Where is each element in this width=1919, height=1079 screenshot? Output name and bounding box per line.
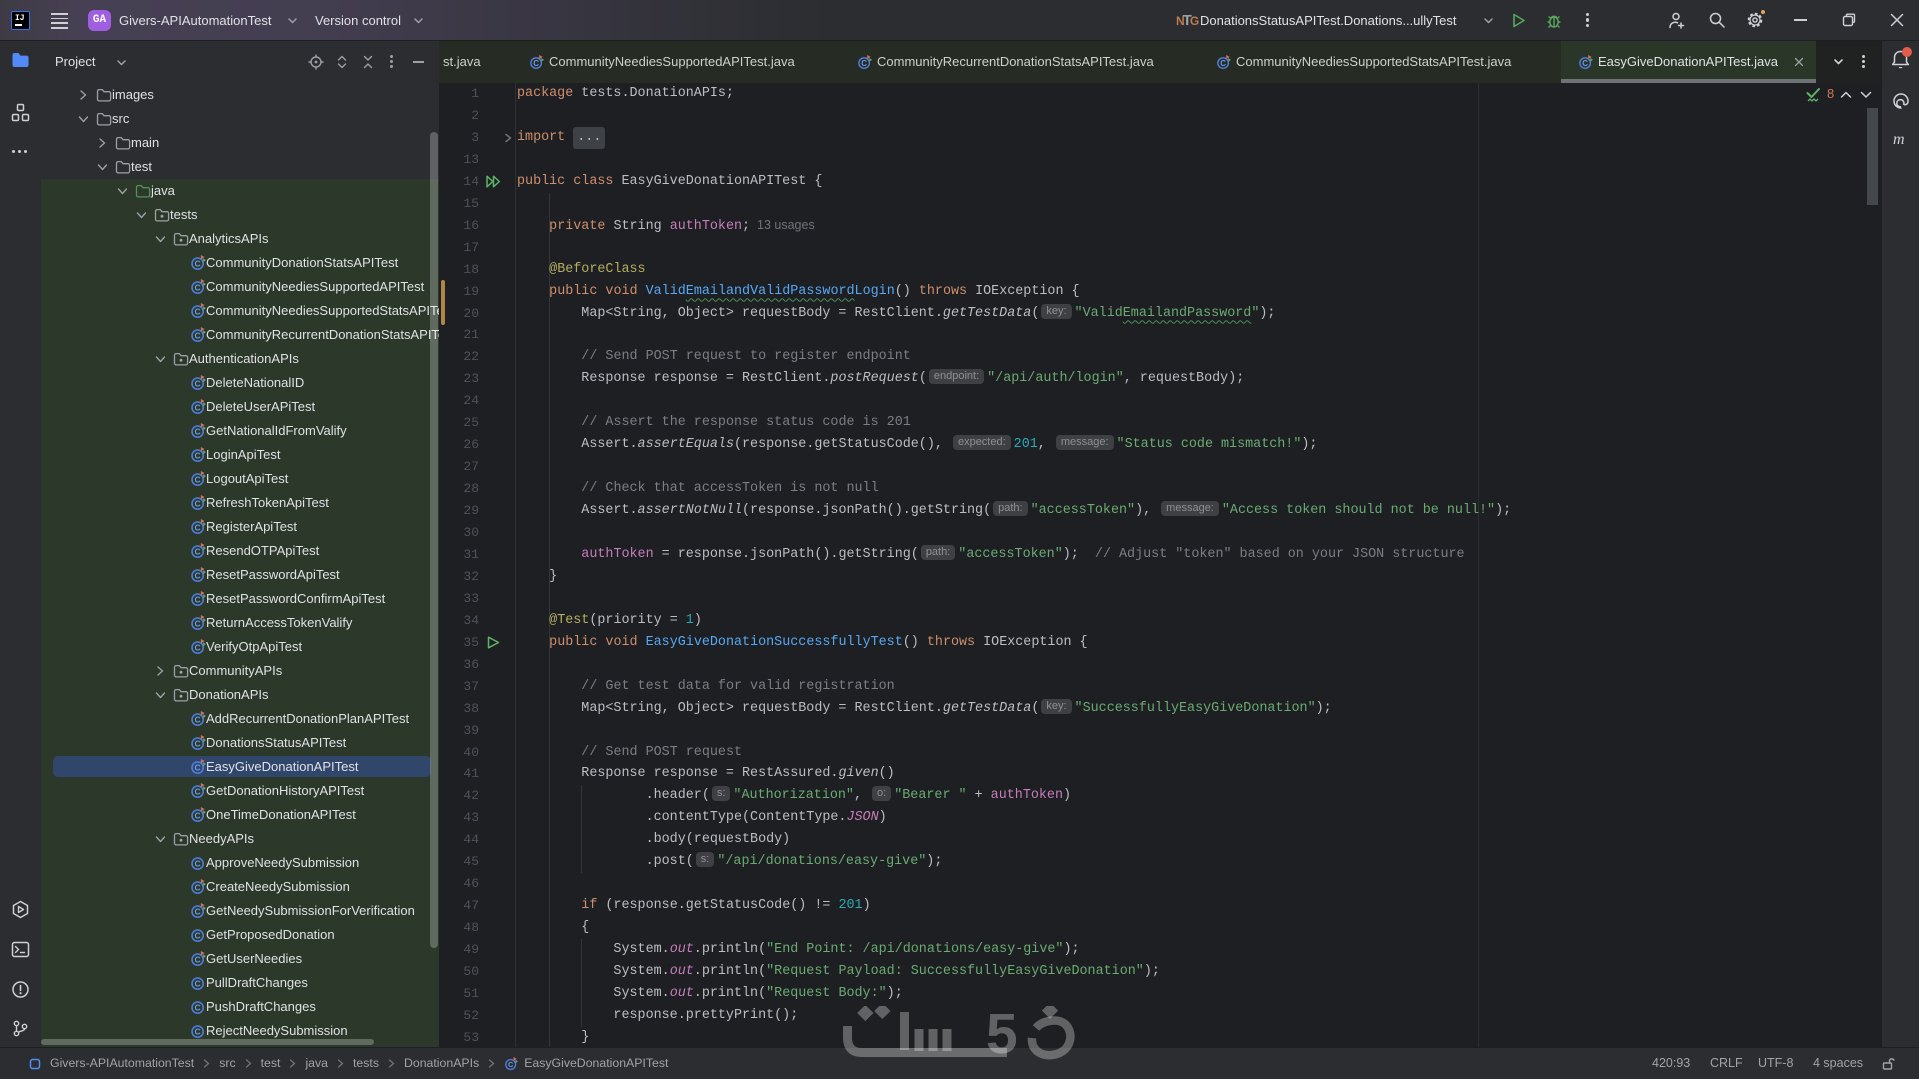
svg-text:C: C bbox=[195, 547, 201, 557]
svg-text:C: C bbox=[1582, 59, 1588, 68]
svg-text:C: C bbox=[195, 451, 201, 461]
svg-text:C: C bbox=[195, 931, 201, 941]
svg-text:C: C bbox=[195, 595, 201, 605]
svg-text:C: C bbox=[195, 811, 201, 821]
svg-text:C: C bbox=[195, 307, 201, 317]
svg-text:5: 5 bbox=[986, 1006, 1018, 1066]
svg-text:C: C bbox=[195, 403, 201, 413]
svg-text:C: C bbox=[195, 427, 201, 437]
svg-text:C: C bbox=[195, 883, 201, 893]
svg-text:C: C bbox=[195, 955, 201, 965]
svg-text:C: C bbox=[195, 907, 201, 917]
svg-text:C: C bbox=[861, 59, 867, 68]
svg-text:C: C bbox=[195, 859, 201, 869]
svg-text:C: C bbox=[195, 1003, 201, 1013]
svg-text:C: C bbox=[195, 787, 201, 797]
svg-text:C: C bbox=[1220, 59, 1226, 68]
svg-text:C: C bbox=[195, 379, 201, 389]
svg-text:C: C bbox=[195, 715, 201, 725]
svg-text:C: C bbox=[195, 763, 201, 773]
svg-text:C: C bbox=[195, 643, 201, 653]
svg-text:C: C bbox=[195, 283, 201, 293]
svg-text:C: C bbox=[508, 1060, 514, 1069]
svg-text:C: C bbox=[195, 571, 201, 581]
svg-text:C: C bbox=[195, 499, 201, 509]
svg-text:C: C bbox=[195, 979, 201, 989]
svg-text:C: C bbox=[533, 59, 539, 68]
svg-text:C: C bbox=[195, 259, 201, 269]
svg-text:C: C bbox=[195, 331, 201, 341]
svg-text:C: C bbox=[195, 619, 201, 629]
svg-text:C: C bbox=[195, 475, 201, 485]
svg-text:C: C bbox=[195, 1027, 201, 1037]
svg-text:C: C bbox=[195, 523, 201, 533]
svg-text:C: C bbox=[195, 739, 201, 749]
